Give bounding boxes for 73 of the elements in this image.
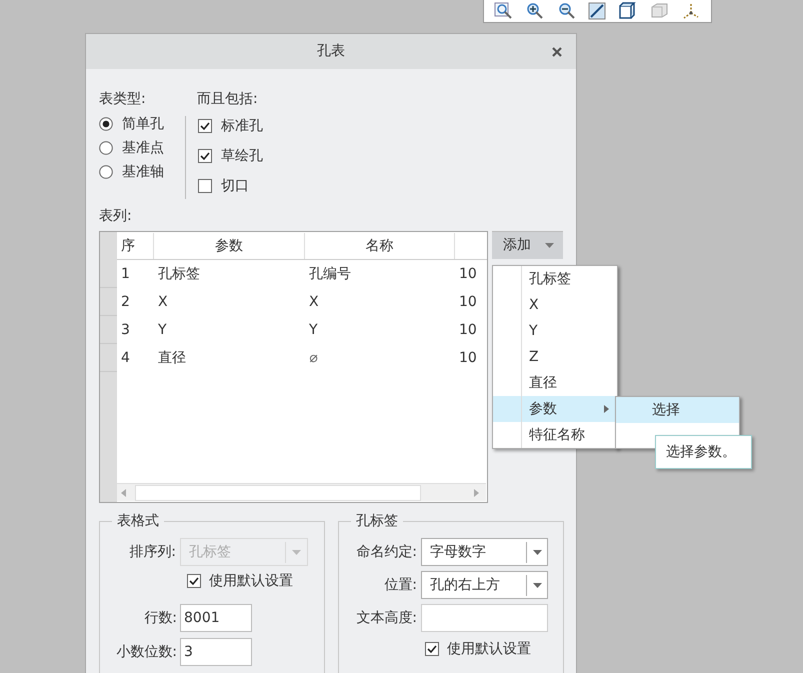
radio-label: 简单孔 — [122, 114, 164, 134]
caret-icon — [532, 550, 542, 554]
table-cell: 2 — [121, 294, 130, 310]
horizontal-scrollbar[interactable] — [117, 483, 486, 501]
rows-label: 行数: — [143, 608, 178, 628]
radio-label: 基准轴 — [122, 162, 164, 182]
view-plane-icon[interactable] — [588, 2, 606, 20]
window-title: 孔表 — [317, 42, 345, 61]
table-cell: X — [158, 294, 168, 310]
menu-item[interactable]: 选择 — [616, 397, 739, 423]
caret-icon — [292, 550, 301, 554]
menu-item[interactable]: Y — [493, 318, 617, 344]
table-cell: ⌀ — [309, 350, 318, 366]
close-icon[interactable] — [552, 47, 562, 57]
menu-item[interactable]: X — [493, 292, 617, 318]
table-type-label: 表类型: — [99, 90, 147, 109]
menu-item[interactable]: 特征名称 — [493, 422, 617, 448]
checkbox-label: 使用默认设置 — [447, 640, 531, 658]
table-cell: 3 — [121, 322, 130, 338]
scrollbar-thumb[interactable] — [135, 484, 421, 500]
table-cell: 10 — [459, 294, 477, 310]
checked-checkbox[interactable] — [198, 119, 212, 133]
table-cell: 10 — [459, 266, 477, 282]
table-cell: 4 — [121, 350, 130, 366]
table-cell: Y — [309, 322, 318, 338]
column-header[interactable]: 序 — [121, 236, 135, 256]
text-height-label: 文本高度: — [355, 608, 418, 628]
checkbox-label: 草绘孔 — [221, 146, 263, 166]
zoom-in-icon[interactable] — [525, 2, 546, 20]
checkbox[interactable] — [198, 179, 212, 193]
rows-input[interactable]: 8001 — [180, 604, 252, 632]
text-height-input[interactable] — [421, 604, 548, 632]
table-cell: 直径 — [158, 350, 186, 366]
checkbox-label: 使用默认设置 — [209, 572, 293, 590]
menu-item[interactable]: 参数 — [493, 396, 617, 422]
caret-icon — [545, 243, 554, 248]
zoom-out-icon[interactable] — [556, 2, 577, 20]
caret-icon — [532, 582, 542, 588]
table-cell: 10 — [459, 350, 477, 366]
table-cell: Y — [158, 322, 167, 338]
decimal-places-label: 小数位数: — [115, 642, 178, 662]
menu-item[interactable]: 孔标签 — [493, 266, 617, 292]
checkbox-label: 切口 — [221, 176, 249, 196]
add-button[interactable]: 添加 — [492, 231, 563, 259]
zoom-fit-icon[interactable] — [494, 2, 514, 20]
cube-icon[interactable] — [618, 2, 638, 20]
table-cell: 1 — [121, 266, 130, 282]
submenu-arrow-icon — [604, 405, 609, 413]
table-cell: 10 — [459, 322, 477, 338]
table-cell: X — [309, 294, 319, 310]
radio-button[interactable] — [99, 165, 113, 179]
radio-label: 基准点 — [122, 138, 164, 158]
checked-checkbox[interactable] — [425, 642, 439, 656]
table-cell: 孔标签 — [158, 266, 200, 282]
checked-checkbox[interactable] — [187, 574, 201, 588]
table-columns-label: 表列: — [99, 207, 133, 226]
radio-button[interactable] — [99, 141, 113, 155]
column-header[interactable]: 名称 — [366, 236, 394, 256]
position-label: 位置: — [383, 576, 418, 594]
tooltip: 选择参数。 — [655, 435, 752, 469]
position-select[interactable]: 孔的右上方 — [421, 571, 548, 599]
checkbox-label: 标准孔 — [221, 116, 263, 136]
include-label: 而且包括: — [197, 90, 259, 109]
sort-column-label: 排序列: — [128, 542, 177, 562]
decimal-places-input[interactable]: 3 — [180, 638, 252, 666]
menu-item[interactable]: Z — [493, 344, 617, 370]
selected-radio[interactable] — [99, 117, 113, 131]
checked-checkbox[interactable] — [198, 149, 212, 163]
table-cell: 孔编号 — [309, 266, 351, 282]
naming-select[interactable]: 字母数字 — [421, 538, 548, 566]
column-header[interactable]: 参数 — [215, 236, 243, 256]
naming-label: 命名约定: — [355, 542, 418, 562]
menu-item[interactable]: 直径 — [493, 370, 617, 396]
